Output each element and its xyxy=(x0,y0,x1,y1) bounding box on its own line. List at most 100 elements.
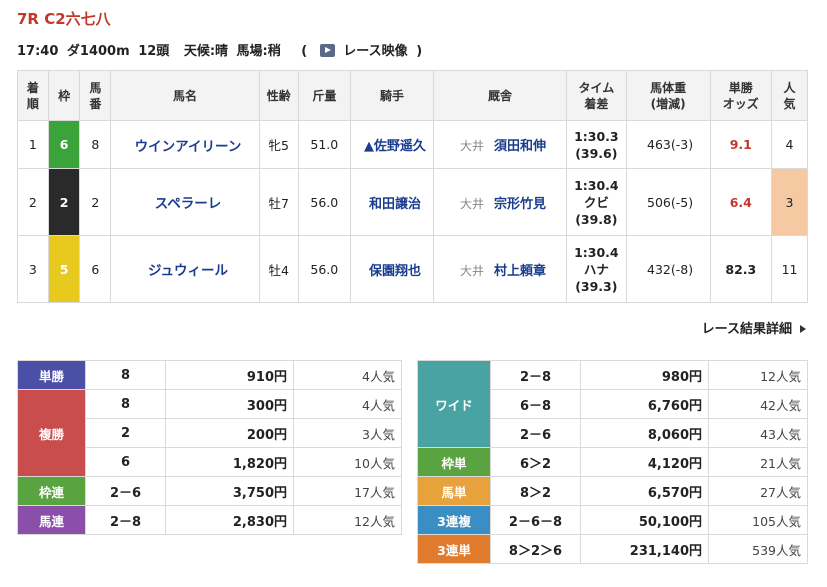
header-name: 馬名 xyxy=(110,70,260,121)
race-result-detail-link[interactable]: レース結果詳細 xyxy=(702,318,806,337)
payout-row-umatan: 馬単 8＞2 6,570円 27人気 xyxy=(417,476,808,506)
race-weather: 天候:晴 xyxy=(183,44,229,59)
results-header-row: 着順 枠 馬番 馬名 性齢 斤量 騎手 厩舎 タイム 着差 馬体重 (増減) 単勝オ… xyxy=(17,70,808,121)
jockey-link[interactable]: ▲佐野遥久 xyxy=(364,139,426,154)
header-weight: 斤量 xyxy=(297,70,351,121)
sex-age: 牡7 xyxy=(258,168,299,236)
popularity: 11 xyxy=(771,235,808,303)
header-frame: 枠 xyxy=(47,70,81,121)
race-track-condition: 馬場:稍 xyxy=(236,44,281,59)
payout-amount: 1,820円 xyxy=(165,447,294,477)
payout-popularity: 105人気 xyxy=(708,505,808,535)
carried-weight: 51.0 xyxy=(297,120,351,169)
payout-amount: 6,760円 xyxy=(580,389,709,419)
payout-popularity: 4人気 xyxy=(293,389,402,419)
payout-popularity: 43人気 xyxy=(708,418,808,448)
payout-combo: 6－8 xyxy=(490,389,581,419)
frame-number: 5 xyxy=(47,235,81,303)
horse-name-link[interactable]: ウインアイリーン xyxy=(135,139,242,155)
payout-amount: 980円 xyxy=(580,360,709,390)
body-weight: 432(-8) xyxy=(625,235,711,303)
jockey-link[interactable]: 和田譲治 xyxy=(369,197,421,212)
header-sex-age: 性齢 xyxy=(258,70,299,121)
payout-combo: 8 xyxy=(85,389,166,419)
carried-weight: 56.0 xyxy=(297,235,351,303)
bet-type-fukusho: 複勝 xyxy=(17,389,86,477)
frame-number: 6 xyxy=(47,120,81,169)
payout-combo: 8 xyxy=(85,360,166,390)
payout-amount: 200円 xyxy=(165,418,294,448)
results-table: 着順 枠 馬番 馬名 性齢 斤量 騎手 厩舎 タイム 着差 馬体重 (増減) 単勝オ… xyxy=(17,70,808,303)
payout-popularity: 27人気 xyxy=(708,476,808,506)
trainer-location: 大井 xyxy=(460,263,485,278)
payout-popularity: 21人気 xyxy=(708,447,808,477)
payout-row-sanrentan: 3連単 8＞2＞6 231,140円 539人気 xyxy=(417,534,808,564)
payout-row-wakuren: 枠連 2－6 3,750円 17人気 xyxy=(17,476,402,506)
race-video-link[interactable]: ( レース映像 ) xyxy=(301,44,426,59)
payout-amount: 300円 xyxy=(165,389,294,419)
payout-popularity: 539人気 xyxy=(708,534,808,564)
payout-table-left: 単勝 8 910円 4人気 複勝 8 300円 4人気 2 200円 3人気 6… xyxy=(17,360,402,535)
jockey-link[interactable]: 保園翔也 xyxy=(369,264,421,279)
chevron-right-icon xyxy=(800,325,806,333)
header-horse-no: 馬番 xyxy=(79,70,112,121)
detail-link-label: レース結果詳細 xyxy=(701,322,792,337)
trainer-location: 大井 xyxy=(460,196,485,211)
horse-number: 2 xyxy=(79,168,112,236)
payout-amount: 231,140円 xyxy=(580,534,709,564)
bet-type-wakutan: 枠単 xyxy=(417,447,491,477)
trainer-link[interactable]: 須田和伸 xyxy=(494,139,546,154)
payout-combo: 6＞2 xyxy=(490,447,581,477)
payout-row-fukusho: 複勝 8 300円 4人気 xyxy=(17,389,402,477)
trainer-link[interactable]: 宗形竹見 xyxy=(494,197,546,212)
payout-combo: 6 xyxy=(85,447,166,477)
payout-combo: 2 xyxy=(85,418,166,448)
payout-combo: 2－8 xyxy=(85,505,166,535)
payout-combo: 2－6 xyxy=(85,476,166,506)
race-runners: 12頭 xyxy=(138,44,170,59)
video-paren-close: ) xyxy=(416,44,423,59)
payout-popularity: 17人気 xyxy=(293,476,402,506)
header-time: タイム 着差 xyxy=(566,70,627,121)
payout-row-wakutan: 枠単 6＞2 4,120円 21人気 xyxy=(417,447,808,477)
payout-combo: 8＞2 xyxy=(490,476,581,506)
last-3f: (39.3) xyxy=(575,278,618,294)
win-odds: 82.3 xyxy=(709,235,773,303)
payout-row-umaren: 馬連 2－8 2,830円 12人気 xyxy=(17,505,402,535)
payout-amount: 3,750円 xyxy=(165,476,294,506)
payout-combo: 2－6 xyxy=(490,418,581,448)
payout-amount: 50,100円 xyxy=(580,505,709,535)
sex-age: 牝5 xyxy=(258,120,299,169)
body-weight: 463(-3) xyxy=(625,120,711,169)
table-row: 3 5 6 ジュウィール 牡4 56.0 保園翔也 大井 村上頼章 1:30.4 ハ… xyxy=(17,235,808,303)
payout-table-right: ワイド 2－8 980円 12人気 6－8 6,760円 42人気 2－6 8,… xyxy=(417,360,808,564)
horse-name-link[interactable]: スペラーレ xyxy=(155,196,222,212)
payout-popularity: 12人気 xyxy=(708,360,808,390)
race-info: 17:40 ダ1400m 12頭 天候:晴 馬場:稍 ( レース映像 ) xyxy=(17,40,426,59)
table-row: 1 6 8 ウインアイリーン 牝5 51.0 ▲佐野遥久 大井 須田和伸 1:30… xyxy=(17,120,808,169)
win-odds: 6.4 xyxy=(709,168,773,236)
horse-name-link[interactable]: ジュウィール xyxy=(148,263,228,279)
bet-type-sanrentan: 3連単 xyxy=(417,534,491,564)
payout-amount: 2,830円 xyxy=(165,505,294,535)
bet-type-wakuren: 枠連 xyxy=(17,476,86,506)
last-3f: (39.8) xyxy=(575,211,618,227)
popularity: 4 xyxy=(771,120,808,169)
popularity: 3 xyxy=(771,168,808,236)
finish-time: 1:30.4 xyxy=(574,244,619,260)
margin: クビ xyxy=(583,194,609,210)
trainer-link[interactable]: 村上頼章 xyxy=(494,264,546,279)
table-row: 2 2 2 スペラーレ 牡7 56.0 和田譲治 大井 宗形竹見 1:30.4 クビ… xyxy=(17,168,808,236)
sex-age: 牡4 xyxy=(258,235,299,303)
race-title: 7R C2六七八 xyxy=(17,10,111,28)
payout-combo: 8＞2＞6 xyxy=(490,534,581,564)
bet-type-tansho: 単勝 xyxy=(17,360,86,390)
finish-time: 1:30.4 xyxy=(574,177,619,193)
finish-time: 1:30.3 xyxy=(574,128,619,144)
video-label: レース映像 xyxy=(343,44,408,59)
horse-number: 8 xyxy=(79,120,112,169)
body-weight: 506(-5) xyxy=(625,168,711,236)
header-order: 着順 xyxy=(17,70,49,121)
trainer-location: 大井 xyxy=(460,139,485,153)
payout-popularity: 42人気 xyxy=(708,389,808,419)
